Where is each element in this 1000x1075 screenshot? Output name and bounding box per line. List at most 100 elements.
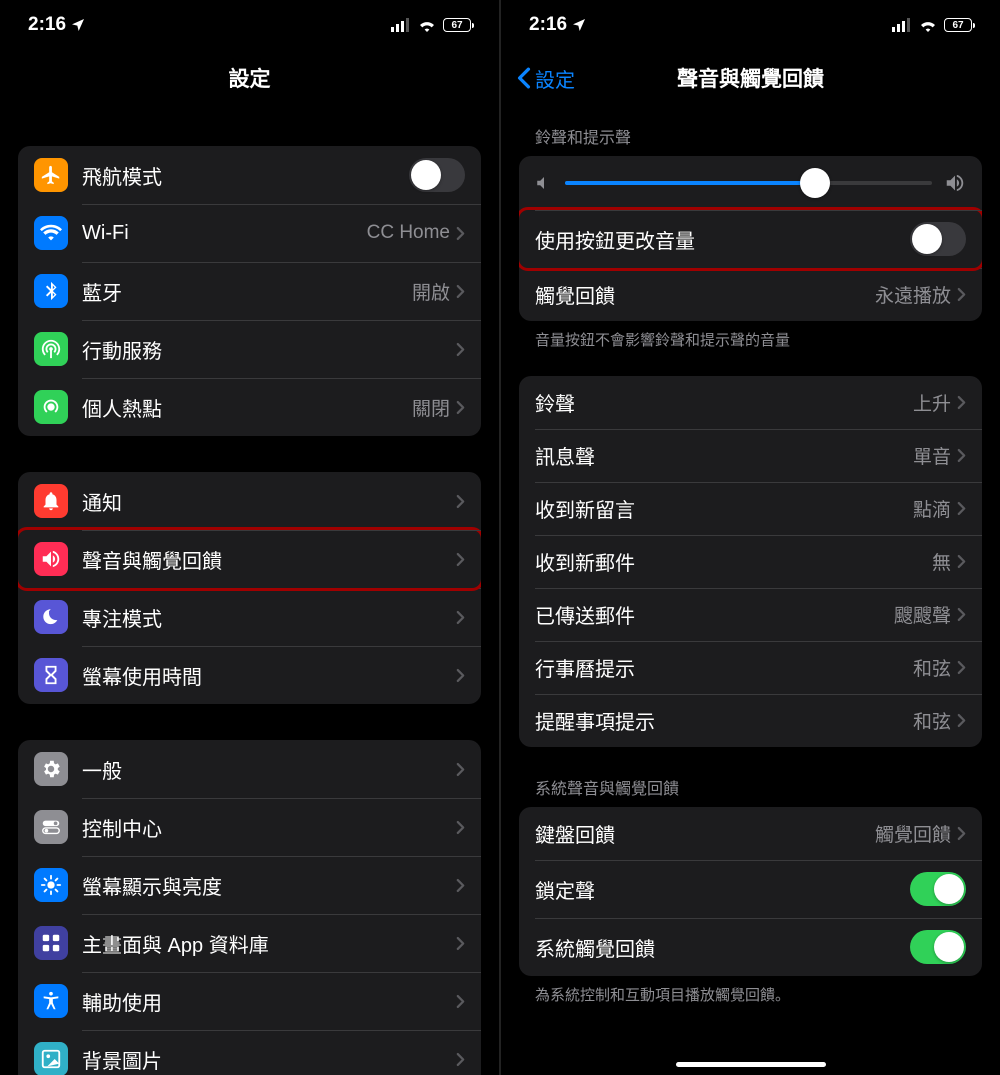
section-note-ringer: 音量按鈕不會影響鈴聲和提示聲的音量 (501, 321, 1000, 358)
row-haptics[interactable]: 觸覺回饋 永遠播放 (519, 268, 982, 321)
cellular-icon (391, 18, 411, 32)
bell-icon (34, 484, 68, 518)
volume-slider[interactable] (565, 181, 932, 185)
row-change-with-buttons[interactable]: 使用按鈕更改音量 (519, 207, 982, 271)
antenna-icon (34, 332, 68, 366)
toggle-airplane[interactable] (409, 158, 465, 192)
toggle-system-haptics[interactable] (910, 930, 966, 964)
settings-group-connectivity: 飛航模式 Wi-Fi CC Home 藍牙 開啟 行動服務 個人熱點 (18, 146, 481, 436)
chevron-right-icon (957, 287, 966, 302)
sound-row[interactable]: 行事曆提示 和弦 (519, 641, 982, 694)
chevron-right-icon (456, 878, 465, 893)
row-label: 鍵盤回饋 (535, 819, 875, 848)
speaker-icon (34, 542, 68, 576)
row-value: CC Home (367, 222, 450, 244)
section-label-ringer: 鈴聲和提示聲 (501, 106, 1000, 156)
chevron-right-icon (456, 820, 465, 835)
row-label: 專注模式 (82, 603, 456, 632)
chevron-right-icon (456, 284, 465, 299)
row-value: 點滴 (913, 495, 951, 522)
volume-slider-row[interactable] (519, 156, 982, 210)
hourglass-icon (34, 658, 68, 692)
accessibility-icon (34, 984, 68, 1018)
settings-group-notifications: 通知 聲音與觸覺回饋 專注模式 螢幕使用時間 (18, 472, 481, 704)
switches-icon (34, 810, 68, 844)
row-label: 螢幕顯示與亮度 (82, 871, 456, 900)
battery-icon: 67 (944, 18, 972, 32)
row-label: 觸覺回饋 (535, 280, 875, 309)
sound-row[interactable]: 已傳送郵件 颼颼聲 (519, 588, 982, 641)
chevron-right-icon (456, 1052, 465, 1067)
row-label: Wi-Fi (82, 222, 367, 245)
volume-high-icon (944, 172, 966, 194)
row-value: 颼颼聲 (894, 601, 951, 628)
sound-row[interactable]: 收到新留言 點滴 (519, 482, 982, 535)
row-keyboard-feedback[interactable]: 鍵盤回饋 觸覺回饋 (519, 807, 982, 860)
row-label: 主畫面與 App 資料庫 (82, 929, 456, 958)
row-value: 和弦 (913, 707, 951, 734)
chevron-right-icon (456, 494, 465, 509)
sound-row[interactable]: 訊息聲 單音 (519, 429, 982, 482)
settings-row-airplane[interactable]: 飛航模式 (18, 146, 481, 204)
row-label: 輔助使用 (82, 987, 456, 1016)
status-time: 2:16 (28, 14, 66, 36)
settings-row-brightness[interactable]: 螢幕顯示與亮度 (18, 856, 481, 914)
row-label: 螢幕使用時間 (82, 661, 456, 690)
chevron-right-icon (456, 552, 465, 567)
settings-row-switches[interactable]: 控制中心 (18, 798, 481, 856)
row-label: 使用按鈕更改音量 (535, 225, 910, 254)
chevron-right-icon (456, 668, 465, 683)
section-label-system: 系統聲音與觸覺回饋 (501, 747, 1000, 807)
row-value: 永遠播放 (875, 281, 951, 308)
settings-row-accessibility[interactable]: 輔助使用 (18, 972, 481, 1030)
chevron-right-icon (957, 554, 966, 569)
toggle-lock-sound[interactable] (910, 872, 966, 906)
wifi-icon (34, 216, 68, 250)
wifi-icon (918, 18, 938, 32)
sound-row[interactable]: 提醒事項提示 和弦 (519, 694, 982, 747)
settings-group-general: 一般 控制中心 螢幕顯示與亮度 主畫面與 App 資料庫 輔助使用 (18, 740, 481, 1075)
back-button[interactable]: 設定 (501, 64, 575, 93)
row-label: 藍牙 (82, 277, 412, 306)
home-indicator[interactable] (676, 1062, 826, 1067)
row-label: 飛航模式 (82, 161, 409, 190)
gear-icon (34, 752, 68, 786)
back-label: 設定 (535, 64, 575, 93)
settings-row-speaker[interactable]: 聲音與觸覺回饋 (18, 527, 481, 591)
settings-row-antenna[interactable]: 行動服務 (18, 320, 481, 378)
wallpaper-icon (34, 1042, 68, 1075)
row-label: 收到新留言 (535, 494, 913, 523)
hotspot-icon (34, 390, 68, 424)
settings-row-wallpaper[interactable]: 背景圖片 (18, 1030, 481, 1075)
settings-row-moon[interactable]: 專注模式 (18, 588, 481, 646)
settings-row-bell[interactable]: 通知 (18, 472, 481, 530)
row-system-haptics[interactable]: 系統觸覺回饋 (519, 918, 982, 976)
row-label: 鈴聲 (535, 388, 913, 417)
settings-row-grid[interactable]: 主畫面與 App 資料庫 (18, 914, 481, 972)
bluetooth-icon (34, 274, 68, 308)
brightness-icon (34, 868, 68, 902)
chevron-right-icon (957, 501, 966, 516)
row-value: 開啟 (412, 278, 450, 305)
settings-row-gear[interactable]: 一般 (18, 740, 481, 798)
toggle-change-with-buttons[interactable] (910, 222, 966, 256)
row-value: 關閉 (412, 394, 450, 421)
settings-row-bluetooth[interactable]: 藍牙 開啟 (18, 262, 481, 320)
row-value: 單音 (913, 442, 951, 469)
sound-row[interactable]: 鈴聲 上升 (519, 376, 982, 429)
row-value: 上升 (913, 389, 951, 416)
chevron-right-icon (957, 448, 966, 463)
wifi-icon (417, 18, 437, 32)
row-lock-sound[interactable]: 鎖定聲 (519, 860, 982, 918)
chevron-right-icon (957, 395, 966, 410)
row-value: 和弦 (913, 654, 951, 681)
cellular-icon (892, 18, 912, 32)
sound-row[interactable]: 收到新郵件 無 (519, 535, 982, 588)
settings-row-wifi[interactable]: Wi-Fi CC Home (18, 204, 481, 262)
row-label: 控制中心 (82, 813, 456, 842)
settings-row-hotspot[interactable]: 個人熱點 關閉 (18, 378, 481, 436)
settings-row-hourglass[interactable]: 螢幕使用時間 (18, 646, 481, 704)
row-label: 行事曆提示 (535, 653, 913, 682)
row-label: 鎖定聲 (535, 875, 910, 904)
chevron-left-icon (517, 67, 531, 89)
